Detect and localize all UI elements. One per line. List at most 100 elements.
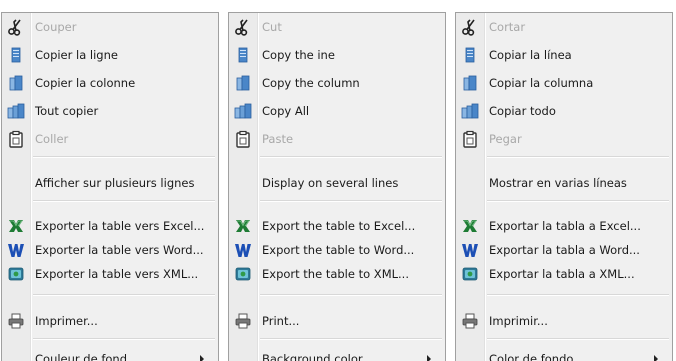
scissors-icon bbox=[461, 18, 479, 36]
copy-column-icon bbox=[234, 74, 252, 92]
menu-item-label: Export the table to Excel... bbox=[262, 219, 416, 233]
menu-separator bbox=[487, 338, 669, 340]
menu-item-copy-all[interactable]: Copy All bbox=[229, 98, 445, 124]
menu-item-label: Display on several lines bbox=[262, 176, 399, 190]
menu-item-export-excel[interactable]: Exportar la tabla a Excel... bbox=[456, 213, 672, 239]
menu-item-print[interactable]: Print... bbox=[229, 308, 445, 334]
menu-item-export-excel[interactable]: Exporter la table vers Excel... bbox=[2, 213, 218, 239]
menu-separator bbox=[33, 156, 215, 158]
copy-line-icon bbox=[7, 46, 25, 64]
menu-item-export-excel[interactable]: Export the table to Excel... bbox=[229, 213, 445, 239]
menu-item-copy-column[interactable]: Copy the column bbox=[229, 70, 445, 96]
menu-item-paste[interactable]: Paste bbox=[229, 126, 445, 152]
menu-item-print[interactable]: Imprimer... bbox=[2, 308, 218, 334]
menu-item-label: Tout copier bbox=[35, 104, 99, 118]
menu-item-label: Copy the column bbox=[262, 76, 360, 90]
context-menu-2: Cut Copy the ine Copy the column Copy Al… bbox=[228, 12, 446, 361]
copy-all-icon bbox=[234, 102, 252, 120]
menu-item-display-multiline[interactable]: Afficher sur plusieurs lignes bbox=[2, 170, 218, 196]
copy-column-icon bbox=[7, 74, 25, 92]
menu-separator bbox=[487, 200, 669, 202]
submenu-arrow-icon bbox=[200, 355, 204, 361]
menu-item-label: Cut bbox=[262, 20, 282, 34]
excel-icon bbox=[7, 217, 25, 235]
xml-icon bbox=[234, 265, 252, 283]
menu-item-label: Copier la colonne bbox=[35, 76, 136, 90]
excel-icon bbox=[234, 217, 252, 235]
menu-item-display-multiline[interactable]: Mostrar en varias líneas bbox=[456, 170, 672, 196]
menu-item-label: Copiar la columna bbox=[489, 76, 594, 90]
menu-item-export-word[interactable]: Exportar la tabla a Word... bbox=[456, 237, 672, 263]
printer-icon bbox=[461, 312, 479, 330]
menu-separator bbox=[260, 338, 442, 340]
menu-item-label: Couleur de fond bbox=[35, 352, 127, 361]
printer-icon bbox=[7, 312, 25, 330]
clipboard-icon bbox=[234, 130, 252, 148]
context-menu-3: Cortar Copiar la línea Copiar la columna… bbox=[455, 12, 673, 361]
menu-separator bbox=[487, 294, 669, 296]
menu-item-copy-column[interactable]: Copiar la columna bbox=[456, 70, 672, 96]
menu-item-export-word[interactable]: Export the table to Word... bbox=[229, 237, 445, 263]
menu-item-label: Exportar la tabla a XML... bbox=[489, 267, 635, 281]
menu-item-label: Exportar la tabla a Word... bbox=[489, 243, 640, 257]
xml-icon bbox=[7, 265, 25, 283]
menu-item-label: Copiar la línea bbox=[489, 48, 572, 62]
menu-item-label: Exporter la table vers Excel... bbox=[35, 219, 205, 233]
menu-item-paste[interactable]: Coller bbox=[2, 126, 218, 152]
menu-item-label: Color de fondo bbox=[489, 352, 574, 361]
menu-item-export-xml[interactable]: Exportar la tabla a XML... bbox=[456, 261, 672, 287]
menu-item-label: Exporter la table vers Word... bbox=[35, 243, 204, 257]
submenu-arrow-icon bbox=[427, 355, 431, 361]
menu-item-export-xml[interactable]: Export the table to XML... bbox=[229, 261, 445, 287]
copy-line-icon bbox=[461, 46, 479, 64]
menu-item-label: Background color bbox=[262, 352, 363, 361]
menu-item-label: Exportar la tabla a Excel... bbox=[489, 219, 641, 233]
menu-item-export-word[interactable]: Exporter la table vers Word... bbox=[2, 237, 218, 263]
scissors-icon bbox=[7, 18, 25, 36]
menu-item-label: Copier la ligne bbox=[35, 48, 118, 62]
menu-item-label: Exporter la table vers XML... bbox=[35, 267, 199, 281]
context-menu-1: Couper Copier la ligne Copier la colonne… bbox=[1, 12, 219, 361]
menu-separator bbox=[33, 294, 215, 296]
menu-item-label: Export the table to XML... bbox=[262, 267, 409, 281]
menu-item-background-color[interactable]: Background color bbox=[229, 346, 445, 361]
scissors-icon bbox=[234, 18, 252, 36]
menu-item-label: Imprimir... bbox=[489, 314, 548, 328]
menu-item-copy-line[interactable]: Copiar la línea bbox=[456, 42, 672, 68]
menu-item-paste[interactable]: Pegar bbox=[456, 126, 672, 152]
menu-item-copy-line[interactable]: Copier la ligne bbox=[2, 42, 218, 68]
menu-item-copy-line[interactable]: Copy the ine bbox=[229, 42, 445, 68]
menu-item-cut[interactable]: Cortar bbox=[456, 14, 672, 40]
menu-item-copy-all[interactable]: Tout copier bbox=[2, 98, 218, 124]
menu-item-label: Imprimer... bbox=[35, 314, 98, 328]
submenu-arrow-icon bbox=[654, 355, 658, 361]
word-icon bbox=[461, 241, 479, 259]
word-icon bbox=[7, 241, 25, 259]
menu-item-display-multiline[interactable]: Display on several lines bbox=[229, 170, 445, 196]
menu-item-cut[interactable]: Couper bbox=[2, 14, 218, 40]
menu-item-print[interactable]: Imprimir... bbox=[456, 308, 672, 334]
menu-item-export-xml[interactable]: Exporter la table vers XML... bbox=[2, 261, 218, 287]
copy-column-icon bbox=[461, 74, 479, 92]
menu-item-background-color[interactable]: Color de fondo bbox=[456, 346, 672, 361]
word-icon bbox=[234, 241, 252, 259]
xml-icon bbox=[461, 265, 479, 283]
menu-item-background-color[interactable]: Couleur de fond bbox=[2, 346, 218, 361]
menu-item-label: Couper bbox=[35, 20, 77, 34]
menu-separator bbox=[487, 156, 669, 158]
menu-item-cut[interactable]: Cut bbox=[229, 14, 445, 40]
menu-separator bbox=[33, 200, 215, 202]
menu-item-label: Copy the ine bbox=[262, 48, 335, 62]
menu-item-label: Cortar bbox=[489, 20, 526, 34]
menu-item-copy-column[interactable]: Copier la colonne bbox=[2, 70, 218, 96]
menu-item-label: Print... bbox=[262, 314, 300, 328]
menu-item-copy-all[interactable]: Copiar todo bbox=[456, 98, 672, 124]
menu-item-label: Afficher sur plusieurs lignes bbox=[35, 176, 195, 190]
menu-item-label: Paste bbox=[262, 132, 294, 146]
menu-item-label: Copiar todo bbox=[489, 104, 556, 118]
copy-line-icon bbox=[234, 46, 252, 64]
menu-separator bbox=[260, 156, 442, 158]
copy-all-icon bbox=[461, 102, 479, 120]
menu-item-label: Copy All bbox=[262, 104, 310, 118]
excel-icon bbox=[461, 217, 479, 235]
